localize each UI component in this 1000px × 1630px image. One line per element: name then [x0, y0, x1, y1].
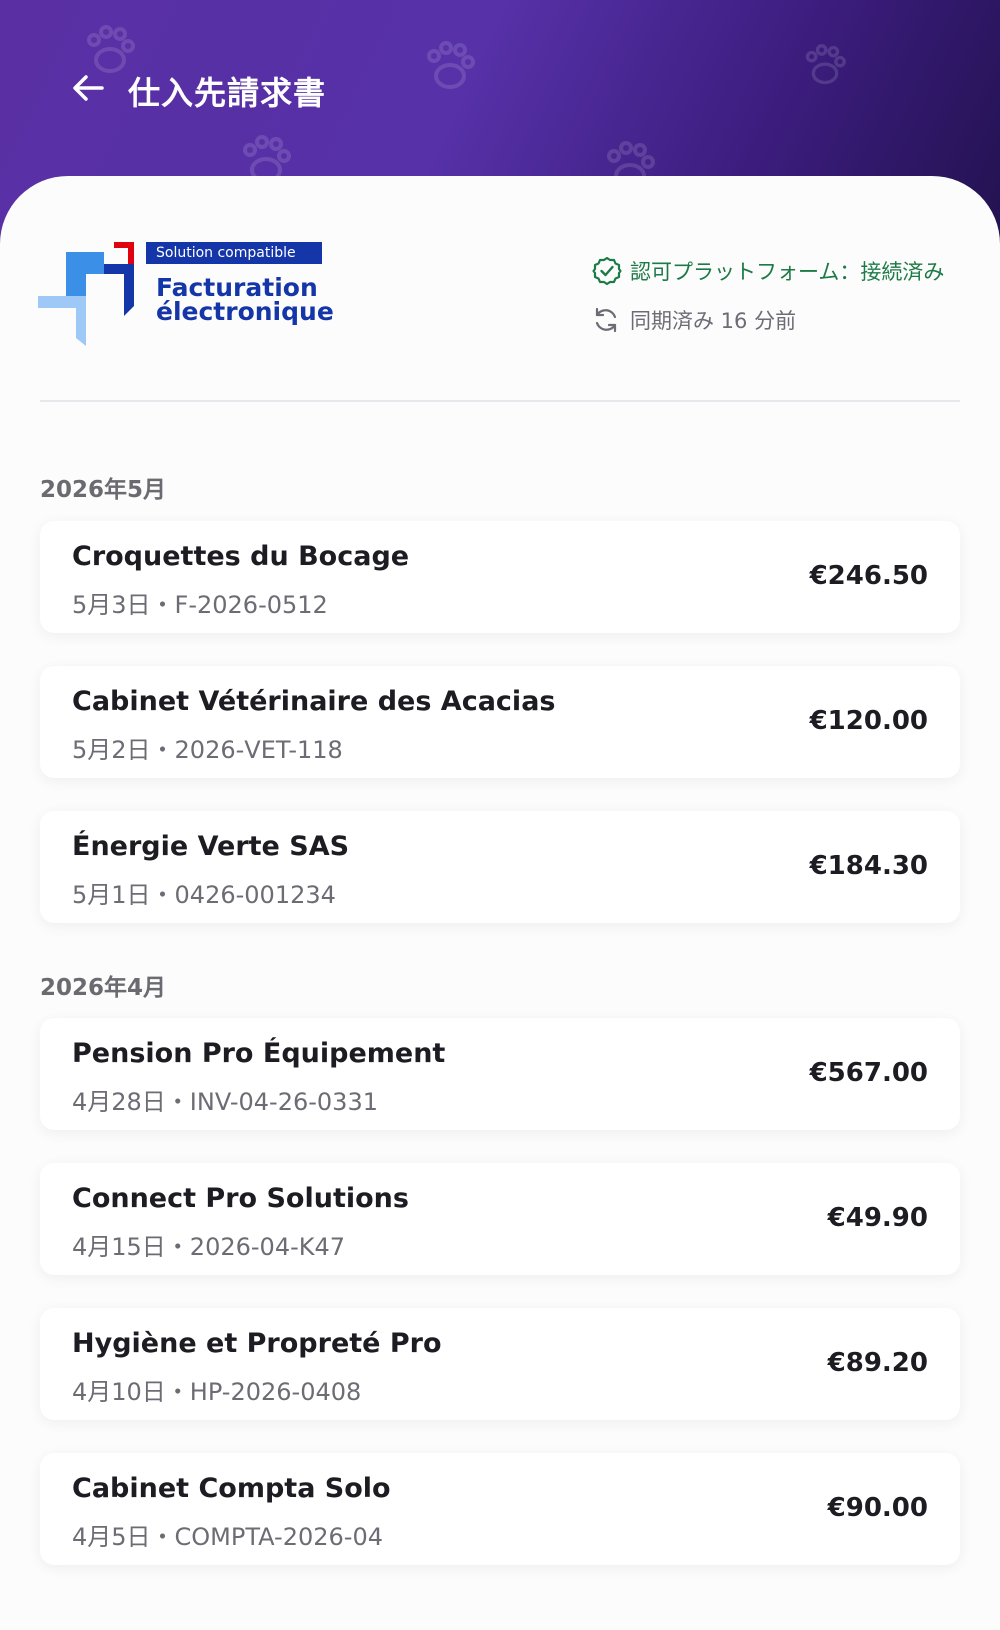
invoice-meta: 4月10日・HP-2026-0408	[72, 1378, 362, 1406]
facturation-electronique-logo: Solution compatible Facturation électron…	[38, 242, 334, 354]
logo-title: Facturation électronique	[156, 273, 334, 326]
invoice-card[interactable]: Hygiène et Propreté Pro 4月10日・HP-2026-04…	[40, 1308, 960, 1420]
arrow-left-icon	[73, 75, 104, 101]
invoice-amount: €567.00	[809, 1058, 928, 1088]
invoice-meta: 4月15日・2026-04-K47	[72, 1233, 346, 1261]
invoice-amount: €246.50	[809, 561, 928, 591]
invoice-card[interactable]: Connect Pro Solutions 4月15日・2026-04-K47 …	[40, 1163, 960, 1275]
vendor-name: Pension Pro Équipement	[72, 1038, 446, 1069]
invoice-card[interactable]: Cabinet Vétérinaire des Acacias 5月2日・202…	[40, 666, 960, 778]
invoice-card[interactable]: Croquettes du Bocage 5月3日・F-2026-0512 €2…	[40, 521, 960, 633]
month-heading: 2026年4月	[40, 975, 167, 1001]
invoice-amount: €184.30	[809, 851, 928, 881]
sync-icon	[595, 307, 617, 333]
sync-status-text: 同期済み 16 分前	[630, 309, 797, 333]
month-heading: 2026年5月	[40, 477, 167, 503]
connection-status: 認可プラットフォーム：接続済み	[592, 256, 944, 286]
invoice-meta: 5月2日・2026-VET-118	[72, 736, 343, 764]
invoice-card[interactable]: Pension Pro Équipement 4月28日・INV-04-26-0…	[40, 1018, 960, 1130]
paw-print-icon	[805, 44, 846, 85]
invoice-amount: €90.00	[827, 1493, 928, 1523]
invoice-meta: 5月3日・F-2026-0512	[72, 591, 328, 619]
invoice-meta: 4月28日・INV-04-26-0331	[72, 1088, 378, 1116]
vendor-name: Hygiène et Propreté Pro	[72, 1328, 442, 1359]
invoice-card[interactable]: Énergie Verte SAS 5月1日・0426-001234 €184.…	[40, 811, 960, 923]
logo-mark-icon	[38, 242, 134, 346]
logo-badge: Solution compatible	[146, 242, 322, 264]
invoice-meta: 5月1日・0426-001234	[72, 881, 336, 909]
invoice-amount: €120.00	[809, 706, 928, 736]
connection-status-text: 認可プラットフォーム：接続済み	[630, 260, 945, 284]
invoice-amount: €89.20	[827, 1348, 928, 1378]
sync-status: 同期済み 16 分前	[592, 305, 796, 335]
back-button[interactable]	[66, 66, 110, 110]
invoice-meta: 4月5日・COMPTA-2026-04	[72, 1523, 383, 1551]
vendor-name: Cabinet Compta Solo	[72, 1473, 391, 1504]
vendor-name: Cabinet Vétérinaire des Acacias	[72, 686, 556, 717]
vendor-name: Énergie Verte SAS	[72, 831, 350, 862]
invoice-card[interactable]: Cabinet Compta Solo 4月5日・COMPTA-2026-04 …	[40, 1453, 960, 1565]
vendor-name: Croquettes du Bocage	[72, 541, 410, 572]
divider	[40, 400, 960, 402]
paw-print-icon	[427, 41, 475, 89]
check-circle-icon	[592, 256, 622, 286]
vendor-name: Connect Pro Solutions	[72, 1183, 409, 1214]
page-title: 仕入先請求書	[128, 74, 327, 112]
invoice-amount: €49.90	[827, 1203, 928, 1233]
